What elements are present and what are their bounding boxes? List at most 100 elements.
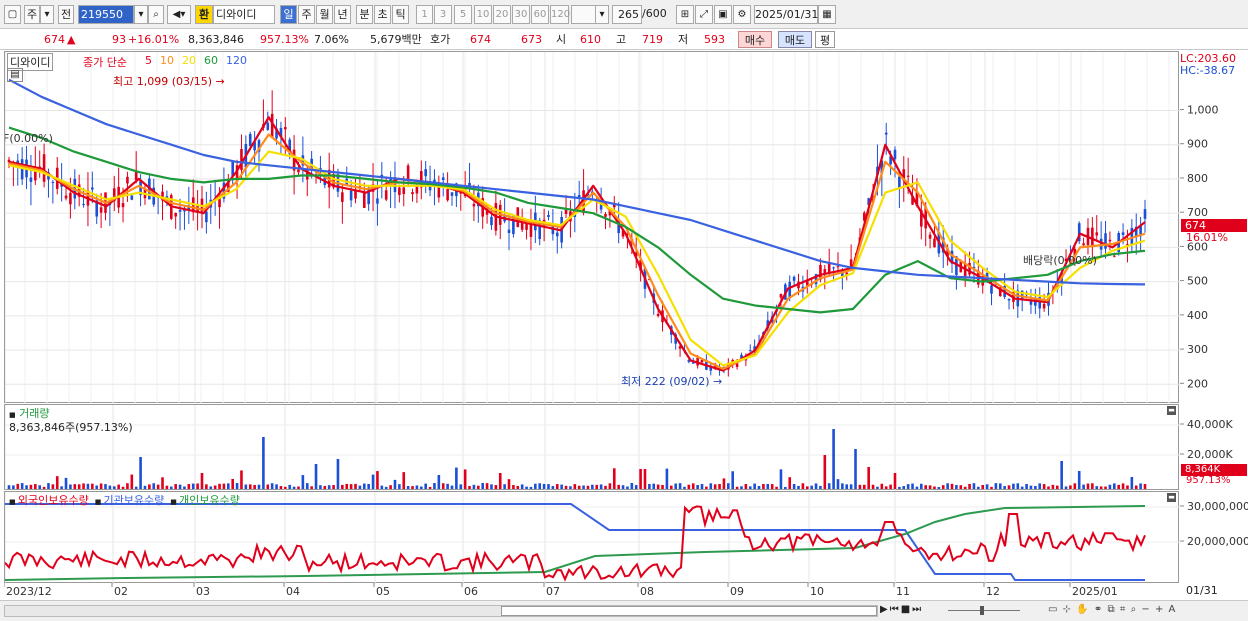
period-button-4[interactable]: 분 — [356, 5, 373, 24]
candle-body — [402, 187, 406, 195]
volume-bar — [915, 486, 919, 489]
rewind-icon[interactable]: ⏮ — [890, 604, 901, 615]
minimize-icon[interactable]: ▬ — [1167, 406, 1176, 415]
text-icon[interactable]: A — [1169, 604, 1177, 615]
period-button-0[interactable]: 일 — [280, 5, 297, 24]
volume-bar — [1073, 483, 1077, 489]
hwan-button[interactable]: 환 — [195, 5, 213, 24]
buy-button[interactable]: 매수 — [738, 31, 772, 48]
holdings-legend-0[interactable]: 외국인보유수량 — [18, 494, 89, 507]
holdings-pane[interactable]: ■ 외국인보유수량 ■ 기관보유수량 ■ 개인보유수량 ▬ — [4, 491, 1180, 584]
x-tick-label: 04 — [286, 585, 300, 598]
period-button-3[interactable]: 년 — [334, 5, 351, 24]
x-tick-label: 06 — [464, 585, 478, 598]
chevron-down-icon[interactable]: ▾ — [40, 5, 54, 24]
period-button-1[interactable]: 주 — [298, 5, 315, 24]
volume-bar — [880, 483, 884, 489]
candle-body — [748, 350, 752, 352]
type-selector[interactable]: 주 — [24, 5, 40, 24]
volume-bar — [152, 483, 156, 489]
minus-icon[interactable]: − — [1141, 604, 1150, 615]
line-tool-icon[interactable]: ⤢ — [695, 5, 713, 24]
volume-bar — [433, 483, 436, 489]
ma-legend-60[interactable]: 60 — [204, 54, 218, 67]
search-icon[interactable]: ⌕ — [148, 5, 164, 24]
minimize-icon[interactable]: ▬ — [1167, 493, 1176, 502]
crop-icon[interactable]: ⌗ — [1120, 604, 1127, 615]
holdings-legend-1[interactable]: 기관보유수량 — [104, 494, 165, 507]
scroll-track[interactable] — [4, 605, 878, 617]
interval-button-10[interactable]: 10 — [474, 5, 492, 24]
period-button-5[interactable]: 초 — [374, 5, 391, 24]
interval-button-1[interactable]: 1 — [416, 5, 433, 24]
period-button-6[interactable]: 틱 — [392, 5, 409, 24]
ma-legend-120[interactable]: 120 — [226, 54, 247, 67]
volume-bar — [1055, 485, 1059, 489]
layers-icon[interactable]: ⧉ — [1107, 604, 1115, 615]
cursor-icon[interactable]: ⊹ — [1063, 604, 1072, 615]
zoom-handle[interactable] — [980, 606, 984, 615]
volume-bar — [981, 485, 985, 489]
table-icon[interactable]: ▤ — [7, 68, 23, 82]
x-axis-svg: 2023/12 02 03 04 05 06 07 08 09 10 11 12 2025/01 — [3, 583, 1118, 598]
sell-button[interactable]: 매도 — [778, 31, 812, 48]
volume-bar — [1007, 485, 1011, 489]
chevron-down-icon[interactable]: ▾ — [134, 5, 148, 24]
volume-bar — [1130, 477, 1134, 489]
price-chart[interactable]: 최고 1,099 (03/15) → 최저 222 (09/02) → F(0.00… — [3, 52, 1180, 404]
ma-legend-label: 종가 단순 — [83, 56, 127, 69]
interval-button-5[interactable]: 5 — [454, 5, 472, 24]
interval-button-20[interactable]: 20 — [493, 5, 511, 24]
candle-body — [266, 122, 270, 130]
calendar-icon[interactable]: ▦ — [818, 5, 836, 24]
hand-icon[interactable]: ✋ — [1076, 604, 1089, 615]
scroll-thumb[interactable] — [501, 606, 877, 616]
eval-button[interactable]: 평 — [815, 31, 835, 48]
volume-bar — [810, 485, 813, 489]
chevron-down-icon[interactable]: ▾ — [595, 5, 609, 24]
volume-bar — [455, 467, 458, 489]
lock-icon[interactable]: ▭ — [1048, 604, 1058, 615]
price-chart-pane[interactable]: 최고 1,099 (03/15) → 최저 222 (09/02) → F(0.00… — [3, 51, 1180, 404]
volume-bar — [678, 483, 682, 489]
change-value: 93 — [112, 33, 126, 46]
interval-button-30[interactable]: 30 — [512, 5, 530, 24]
volume-bar — [608, 483, 612, 489]
volume-bar — [845, 484, 849, 489]
volume-bar — [968, 483, 971, 489]
prev-button[interactable]: 전 — [58, 5, 74, 24]
volume-bar — [709, 483, 713, 489]
stop-icon[interactable]: ■ — [901, 604, 912, 615]
period-button-2[interactable]: 월 — [316, 5, 333, 24]
zoom-icon[interactable]: ⌕ — [1131, 604, 1138, 615]
volume-chart[interactable] — [4, 405, 1180, 491]
ma-legend-5[interactable]: 5 — [145, 54, 152, 67]
volume-bar — [485, 483, 489, 489]
holdings-legend-2[interactable]: 개인보유수량 — [179, 494, 240, 507]
volume-bar — [148, 484, 151, 489]
gear-icon[interactable]: ⚙ — [733, 5, 751, 24]
interval-button-60[interactable]: 60 — [531, 5, 549, 24]
interval-button-3[interactable]: 3 — [434, 5, 452, 24]
interval-button-120[interactable]: 120 — [550, 5, 570, 24]
save-icon[interactable]: ▣ — [714, 5, 732, 24]
forward-icon[interactable]: ⏭ — [912, 604, 923, 615]
count-input[interactable]: 265 — [612, 5, 642, 24]
volume-pane[interactable]: ■ 거래량 8,363,846주(957.13%) ▬ — [4, 404, 1180, 491]
play-icon[interactable]: ▶ — [880, 604, 890, 615]
ma-legend-20[interactable]: 20 — [182, 54, 196, 67]
legend-square-icon: ■ — [9, 498, 18, 506]
ma-legend-10[interactable]: 10 — [160, 54, 174, 67]
code-input[interactable]: 219550 — [78, 5, 134, 24]
current-price: 674 — [44, 33, 65, 46]
window-icon[interactable]: ▢ — [4, 5, 21, 24]
zoom-slider[interactable] — [948, 606, 1020, 615]
volume-bar — [314, 464, 318, 489]
date-input[interactable]: 2025/01/31 — [754, 5, 818, 24]
plus-icon[interactable]: + — [1155, 604, 1164, 615]
speaker-icon[interactable]: ◀▾ — [167, 5, 191, 24]
volume-bar — [696, 485, 699, 489]
grid-icon[interactable]: ⊞ — [676, 5, 694, 24]
link-icon[interactable]: ⚭ — [1094, 604, 1103, 615]
holdings-axis-svg: 30,000,000 20,000,000 — [1180, 500, 1248, 548]
